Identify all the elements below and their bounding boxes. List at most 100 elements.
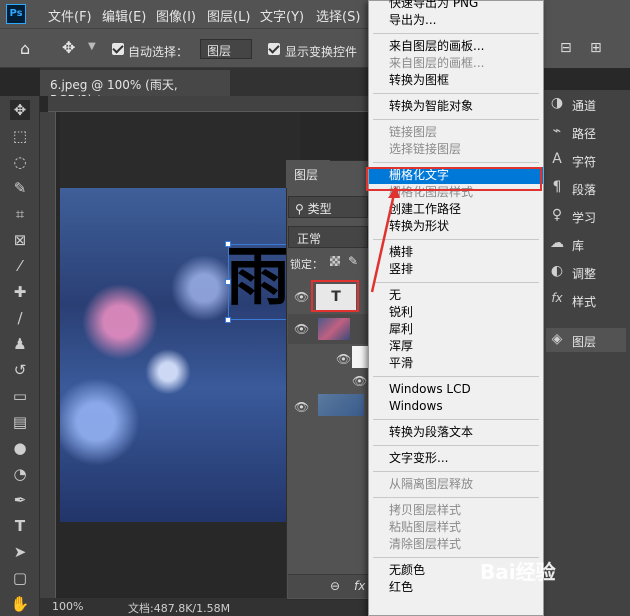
dock-item-label: 库	[572, 239, 585, 253]
move-tool-icon[interactable]: ✥	[62, 38, 75, 57]
align-icon[interactable]: ⊟	[560, 40, 572, 56]
layer-filter-dropdown[interactable]: ⚲ 类型	[288, 196, 368, 218]
menu-image[interactable]: 图像(I)	[156, 6, 196, 25]
show-transform-checkbox[interactable]	[268, 43, 280, 55]
layers-footer: ⊖ fx	[288, 574, 368, 598]
annotation-arrow	[370, 186, 400, 293]
context-menu: 快速导出为 PNG 导出为... 来自图层的画板... 来自图层的画框... 转换为图框…	[368, 0, 544, 616]
context-menu-item[interactable]: 转换为智能对象	[369, 98, 543, 115]
quick-select-tool-icon[interactable]: ✎	[10, 178, 30, 198]
hand-tool-icon[interactable]: ✋	[10, 594, 30, 614]
menu-separator	[373, 497, 539, 498]
path-select-tool-icon[interactable]: ➤	[10, 542, 30, 562]
dock-item-layers[interactable]: ◈ 图层	[546, 328, 626, 352]
context-menu-item: 链接图层	[389, 125, 438, 139]
paths-icon: ⌁	[552, 123, 562, 139]
dock-item-label: 段落	[572, 183, 597, 197]
background-layer-thumbnail[interactable]	[318, 394, 364, 416]
lock-transparency-icon[interactable]	[330, 256, 340, 266]
dock-item-channels[interactable]: ◑ 通道	[546, 92, 626, 116]
healing-brush-tool-icon[interactable]: ✚	[10, 282, 30, 302]
context-menu-item[interactable]: Windows LCD	[369, 381, 543, 398]
menu-select[interactable]: 选择(S)	[316, 6, 360, 25]
dock-item-adjustments[interactable]: ◐ 调整	[546, 260, 626, 284]
visibility-eye-icon[interactable]: 👁	[294, 400, 309, 414]
dock-item-paths[interactable]: ⌁ 路径	[546, 120, 626, 144]
context-menu-item[interactable]: 导出为...	[369, 12, 543, 29]
lasso-tool-icon[interactable]: ◌	[10, 152, 30, 172]
layers-panel-tab[interactable]: 图层	[286, 160, 330, 188]
dock-item-label: 调整	[572, 267, 597, 281]
menu-type[interactable]: 文字(Y)	[260, 6, 304, 25]
dodge-tool-icon[interactable]: ◔	[10, 464, 30, 484]
frame-tool-icon[interactable]: ⊠	[10, 230, 30, 250]
dock-item-label: 通道	[572, 99, 597, 113]
auto-select-dropdown[interactable]: 图层	[200, 39, 252, 59]
visibility-eye-icon[interactable]: 👁	[294, 322, 309, 336]
gradient-tool-icon[interactable]: ▤	[10, 412, 30, 432]
dock-item-styles[interactable]: fx 样式	[546, 288, 626, 312]
type-tool-icon[interactable]: T	[10, 516, 30, 536]
document-tab[interactable]: 6.jpeg @ 100% (雨天, RGB/8) *	[40, 70, 230, 107]
chevron-down-icon[interactable]: ▼	[88, 41, 96, 52]
context-menu-item[interactable]: 平滑	[369, 355, 543, 372]
channels-icon: ◑	[550, 95, 564, 111]
brush-tool-icon[interactable]: ∕	[10, 308, 30, 328]
blur-tool-icon[interactable]: ●	[10, 438, 30, 458]
menu-separator	[373, 376, 539, 377]
dock-item-libraries[interactable]: ☁ 库	[546, 232, 626, 256]
dock-item-learn[interactable]: ♀ 学习	[546, 204, 626, 228]
pen-tool-icon[interactable]: ✒	[10, 490, 30, 510]
context-menu-item: 选择链接图层	[389, 142, 462, 156]
smart-object-thumbnail[interactable]	[318, 318, 350, 340]
annotation-highlight-box	[311, 280, 359, 312]
fx-icon[interactable]: fx	[354, 579, 365, 593]
visibility-eye-icon[interactable]: 👁	[336, 352, 351, 366]
layer-filter-label: 类型	[307, 202, 332, 216]
filter-mask-thumbnail[interactable]	[352, 346, 368, 368]
link-layers-icon[interactable]: ⊖	[330, 579, 340, 593]
context-menu-item[interactable]: 快速导出为 PNG	[369, 0, 543, 12]
paragraph-icon: ¶	[552, 179, 562, 195]
zoom-level[interactable]: 100%	[52, 600, 83, 613]
transform-handle[interactable]	[225, 241, 231, 247]
crop-tool-icon[interactable]: ⌗	[10, 204, 30, 224]
context-menu-item: 拷贝图层样式	[389, 503, 462, 517]
menu-separator	[373, 162, 539, 163]
dock-item-label: 样式	[572, 295, 597, 309]
auto-select-checkbox[interactable]	[112, 43, 124, 55]
transform-handle[interactable]	[225, 279, 231, 285]
history-brush-tool-icon[interactable]: ↺	[10, 360, 30, 380]
align-controls: ⊟ ⊞	[542, 28, 630, 68]
menu-file[interactable]: 文件(F)	[48, 6, 92, 25]
transform-handle[interactable]	[225, 317, 231, 323]
menu-edit[interactable]: 编辑(E)	[102, 6, 146, 25]
stamp-tool-icon[interactable]: ♟	[10, 334, 30, 354]
context-menu-item[interactable]: Windows	[369, 398, 543, 415]
visibility-eye-icon[interactable]: 👁	[352, 374, 367, 388]
context-menu-item[interactable]: 来自图层的画板...	[369, 38, 543, 55]
context-menu-item[interactable]: 文字变形...	[369, 450, 543, 467]
eraser-tool-icon[interactable]: ▭	[10, 386, 30, 406]
ruler-vertical	[40, 112, 56, 598]
auto-select-label: 自动选择：	[128, 45, 189, 59]
rectangle-tool-icon[interactable]: ▢	[10, 568, 30, 588]
context-menu-item[interactable]: 浑厚	[369, 338, 543, 355]
marquee-tool-icon[interactable]: ⬚	[10, 126, 30, 146]
dock-item-character[interactable]: A 字符	[546, 148, 626, 172]
home-icon[interactable]: ⌂	[20, 39, 30, 58]
align-center-icon[interactable]: ⊞	[590, 40, 602, 56]
visibility-eye-icon[interactable]: 👁	[294, 290, 309, 304]
eyedropper-tool-icon[interactable]: ⁄	[10, 256, 30, 276]
context-menu-item[interactable]: 犀利	[369, 321, 543, 338]
context-menu-item[interactable]: 转换为图框	[369, 72, 543, 89]
move-tool-icon[interactable]: ✥	[10, 100, 30, 120]
canvas-upper-area	[60, 112, 300, 188]
context-menu-item[interactable]: 转换为段落文本	[369, 424, 543, 441]
dock-item-paragraph[interactable]: ¶ 段落	[546, 176, 626, 200]
context-menu-item[interactable]: 锐利	[369, 304, 543, 321]
character-icon: A	[552, 151, 562, 167]
lock-pixels-icon[interactable]: ✎	[348, 254, 358, 268]
blend-mode-dropdown[interactable]: 正常	[288, 226, 368, 248]
menu-layer[interactable]: 图层(L)	[207, 6, 250, 25]
